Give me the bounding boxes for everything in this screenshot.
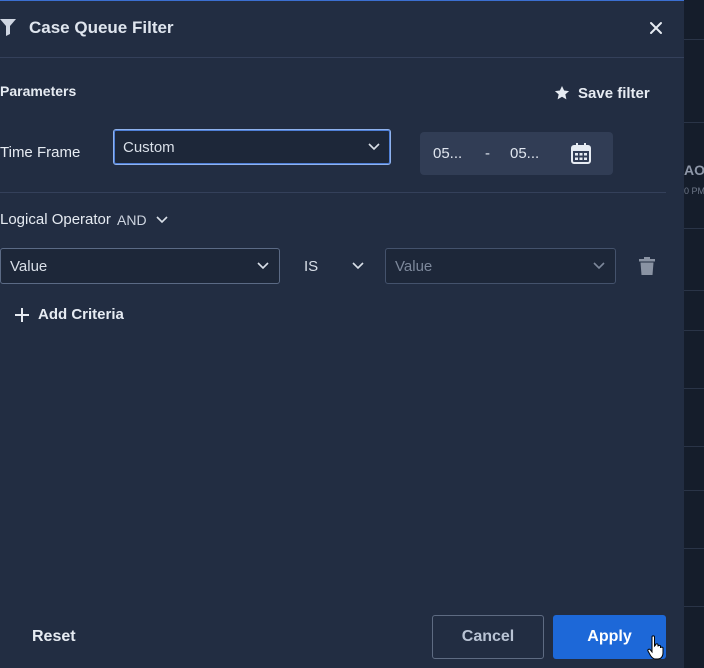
logical-operator-dropdown[interactable]: AND [117, 212, 168, 228]
chevron-down-icon [368, 143, 380, 151]
criteria-operator-select[interactable]: IS [304, 248, 368, 284]
criteria-value-select[interactable]: Value [385, 248, 616, 284]
dialog-title: Case Queue Filter [29, 18, 174, 37]
criteria-operator-value: IS [304, 257, 319, 275]
star-icon [554, 86, 570, 100]
chevron-down-icon [593, 262, 605, 270]
logical-operator-value: AND [117, 212, 147, 228]
close-icon[interactable] [648, 20, 664, 36]
cancel-button[interactable]: Cancel [432, 615, 544, 659]
chevron-down-icon [257, 262, 269, 270]
save-filter-button[interactable]: Save filter [554, 83, 650, 103]
parameters-heading: Parameters [0, 83, 77, 99]
end-date[interactable]: 05... [510, 145, 539, 162]
add-criteria-button[interactable]: Add Criteria [14, 306, 124, 323]
hand-cursor-icon [647, 635, 664, 660]
criteria-field-value: Value [10, 257, 48, 275]
plus-icon [15, 307, 29, 322]
criteria-value-placeholder: Value [395, 257, 433, 275]
logical-operator-label: Logical Operator [0, 211, 111, 228]
background-partial-time: 0 PM [684, 186, 704, 196]
background-list-edge: AO 0 PM [684, 0, 704, 668]
background-partial-text: AO [684, 162, 704, 178]
dialog-header: Case Queue Filter [0, 1, 684, 58]
filter-icon [0, 19, 16, 36]
chevron-down-icon [155, 216, 168, 224]
time-frame-label: Time Frame [0, 144, 81, 161]
save-filter-label: Save filter [578, 84, 650, 102]
date-separator: - [485, 145, 490, 162]
time-frame-select[interactable]: Custom [113, 129, 391, 165]
trash-icon[interactable] [639, 257, 655, 275]
filter-dialog: Case Queue Filter Parameters Save filter… [0, 0, 684, 668]
reset-button[interactable]: Reset [32, 628, 76, 646]
start-date[interactable]: 05... [433, 145, 462, 162]
section-divider [0, 192, 666, 193]
calendar-icon[interactable] [571, 143, 591, 164]
time-frame-value: Custom [123, 138, 175, 156]
add-criteria-label: Add Criteria [38, 306, 124, 323]
criteria-field-select[interactable]: Value [0, 248, 280, 284]
chevron-down-icon [352, 262, 364, 270]
date-range-picker[interactable]: 05... - 05... [420, 132, 613, 175]
